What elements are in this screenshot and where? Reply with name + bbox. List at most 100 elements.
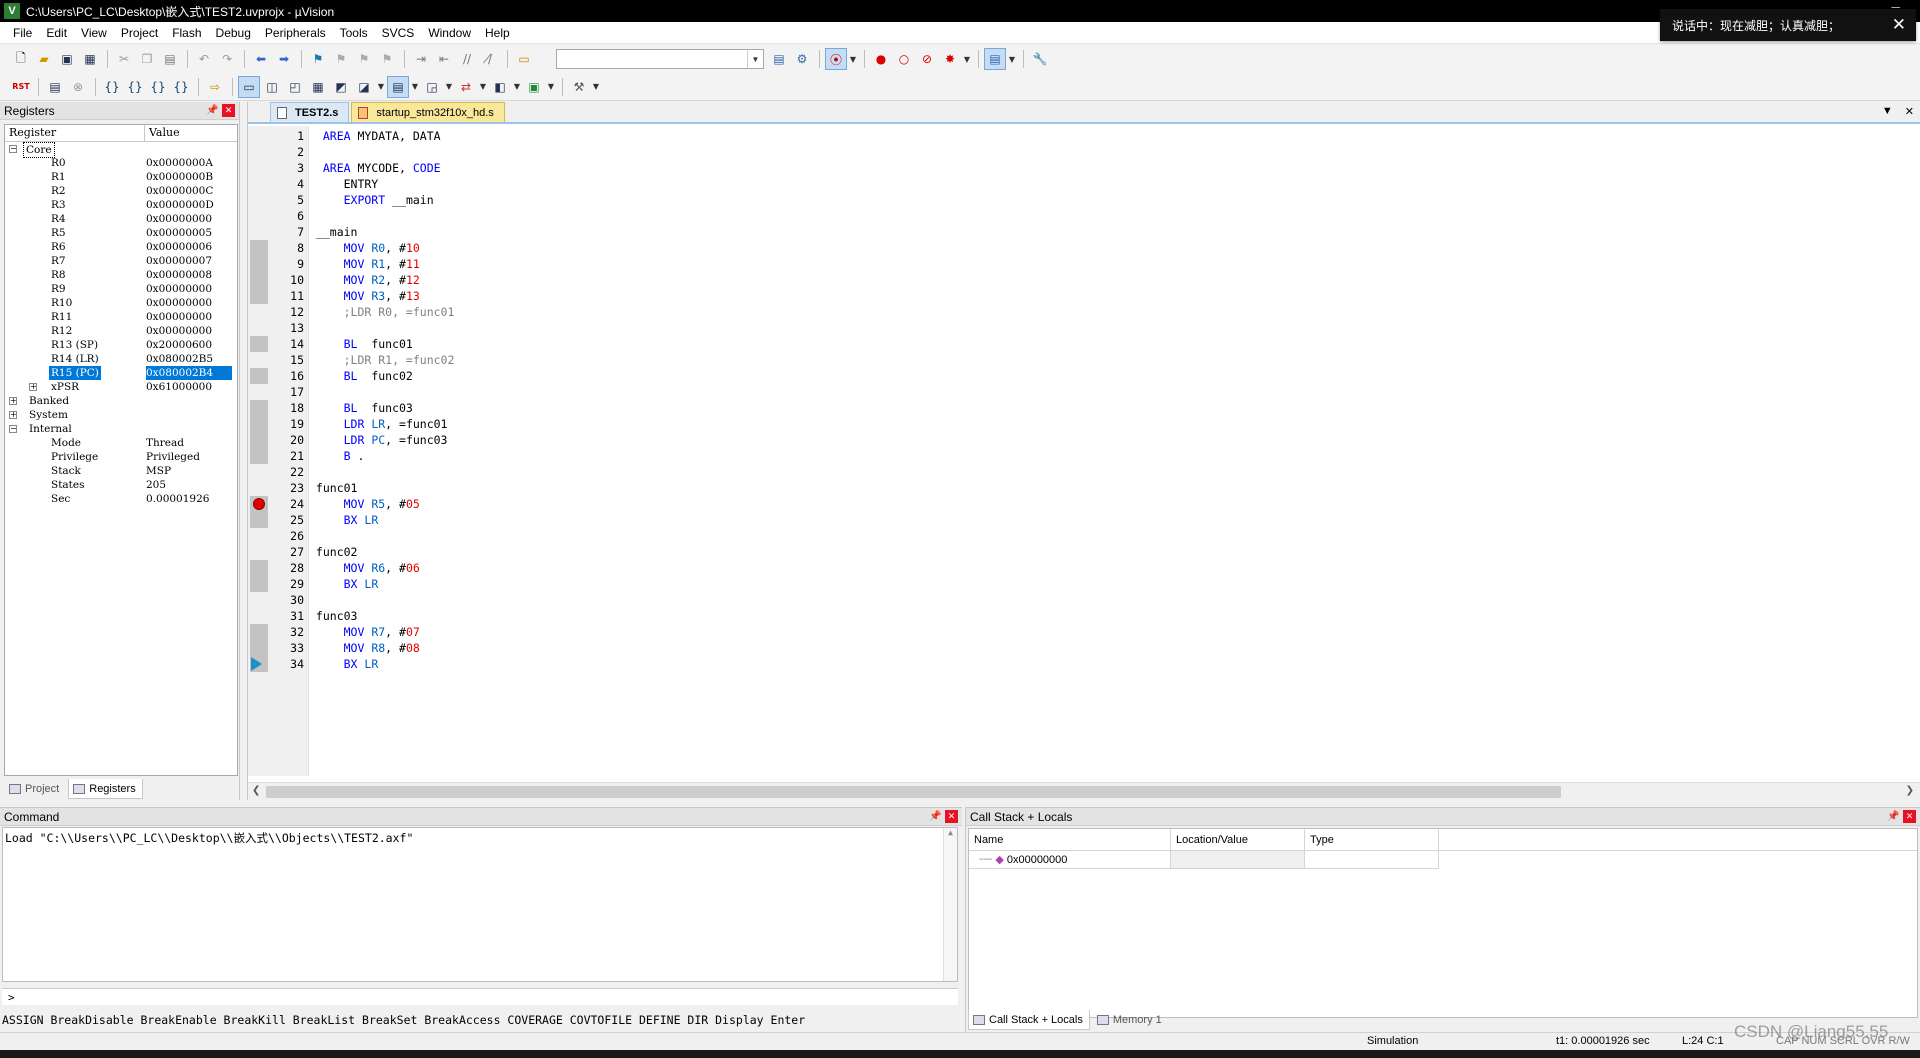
executable-line-marker[interactable] — [250, 432, 268, 448]
navigate-forward-icon[interactable]: ➡ — [273, 48, 295, 70]
executable-line-marker[interactable] — [250, 288, 268, 304]
system-viewer-icon[interactable]: ▣ — [523, 76, 545, 98]
register-row[interactable]: R5 0x00000005 — [5, 226, 237, 240]
prev-bookmark-icon[interactable]: ⚑ — [330, 48, 352, 70]
executable-line-marker[interactable] — [250, 448, 268, 464]
internal-row[interactable]: States 205 — [5, 478, 237, 492]
code-line[interactable]: LDR PC, =func03 — [309, 432, 1920, 448]
executable-line-marker[interactable] — [250, 368, 268, 384]
disable-all-breakpoints-icon[interactable]: ⊘ — [916, 48, 938, 70]
code-line[interactable]: MOV R3, #13 — [309, 288, 1920, 304]
run-to-cursor-icon[interactable]: {} — [170, 76, 192, 98]
scroll-right-icon[interactable]: ❯ — [1906, 785, 1914, 796]
chevron-down-icon[interactable]: ▼ — [848, 48, 858, 70]
chevron-down-icon[interactable]: ▼ — [591, 76, 601, 98]
internal-row[interactable]: Privilege Privileged — [5, 450, 237, 464]
copy-icon[interactable]: ❐ — [136, 48, 158, 70]
find-combo[interactable]: ▼ — [556, 49, 764, 69]
expand-icon[interactable]: + — [9, 411, 17, 419]
registers-window-icon[interactable]: ▦ — [307, 76, 329, 98]
register-row[interactable]: R14 (LR) 0x080002B5 — [5, 352, 237, 366]
code-line[interactable]: func01 — [309, 480, 1920, 496]
clear-bookmarks-icon[interactable]: ⚑ — [376, 48, 398, 70]
register-row[interactable]: R6 0x00000006 — [5, 240, 237, 254]
step-over-icon[interactable]: {} — [124, 76, 146, 98]
pin-icon[interactable]: 📌 — [206, 105, 218, 116]
code-line[interactable]: LDR LR, =func01 — [309, 416, 1920, 432]
close-icon[interactable]: ✕ — [1903, 810, 1916, 823]
chevron-down-icon[interactable]: ▼ — [546, 76, 556, 98]
menu-window[interactable]: Window — [421, 22, 478, 44]
menu-edit[interactable]: Edit — [39, 22, 74, 44]
step-into-icon[interactable]: {} — [101, 76, 123, 98]
toolbox-icon[interactable]: ⚒ — [568, 76, 590, 98]
indent-icon[interactable]: ⇥ — [410, 48, 432, 70]
code-line[interactable]: BL func03 — [309, 400, 1920, 416]
watch-window-icon[interactable]: ◪ — [353, 76, 375, 98]
chevron-down-icon[interactable]: ▼ — [478, 76, 488, 98]
column-name[interactable]: Name — [969, 829, 1171, 850]
paste-icon[interactable]: ▤ — [159, 48, 181, 70]
pin-icon[interactable]: 📌 — [1887, 811, 1899, 822]
menu-tools[interactable]: Tools — [333, 22, 375, 44]
menu-debug[interactable]: Debug — [209, 22, 258, 44]
register-row[interactable]: R13 (SP) 0x20000600 — [5, 338, 237, 352]
next-bookmark-icon[interactable]: ⚑ — [353, 48, 375, 70]
code-line[interactable]: B . — [309, 448, 1920, 464]
code-line[interactable]: MOV R6, #06 — [309, 560, 1920, 576]
code-line[interactable]: MOV R5, #05 — [309, 496, 1920, 512]
comment-icon[interactable]: // — [456, 48, 478, 70]
code-line[interactable] — [309, 592, 1920, 608]
uncomment-icon[interactable]: /̸ — [479, 48, 501, 70]
register-row[interactable]: R2 0x0000000C — [5, 184, 237, 198]
executable-line-marker[interactable] — [250, 560, 268, 576]
chevron-down-icon[interactable]: ▼ — [444, 76, 454, 98]
menu-peripherals[interactable]: Peripherals — [258, 22, 333, 44]
find-in-files-icon[interactable]: ▭ — [513, 48, 535, 70]
tab-project[interactable]: Project — [4, 779, 66, 799]
executable-line-marker[interactable] — [250, 256, 268, 272]
close-editor-icon[interactable]: ✕ — [1905, 105, 1914, 118]
debug-session-icon[interactable]: ⦿ — [825, 48, 847, 70]
stop-icon[interactable]: ⊗ — [67, 76, 89, 98]
menu-file[interactable]: File — [6, 22, 39, 44]
tab-startup-file[interactable]: startup_stm32f10x_hd.s — [351, 102, 505, 122]
code-line[interactable]: BX LR — [309, 656, 1920, 672]
register-row[interactable]: R12 0x00000000 — [5, 324, 237, 338]
column-type[interactable]: Type — [1305, 829, 1439, 850]
redo-icon[interactable]: ↷ — [216, 48, 238, 70]
disassembly-window-icon[interactable]: ◫ — [261, 76, 283, 98]
executable-line-marker[interactable] — [250, 336, 268, 352]
group-system[interactable]: + System — [5, 408, 237, 422]
internal-row[interactable]: Mode Thread — [5, 436, 237, 450]
symbols-window-icon[interactable]: ◰ — [284, 76, 306, 98]
register-row[interactable]: R4 0x00000000 — [5, 212, 237, 226]
code-line[interactable]: MOV R2, #12 — [309, 272, 1920, 288]
show-next-statement-icon[interactable]: ⇨ — [204, 76, 226, 98]
close-icon[interactable]: ✕ — [222, 104, 235, 117]
group-core[interactable]: − Core — [5, 142, 237, 158]
menu-help[interactable]: Help — [478, 22, 517, 44]
code-line[interactable]: AREA MYCODE, CODE — [309, 160, 1920, 176]
tab-registers[interactable]: Registers — [68, 779, 143, 799]
menu-view[interactable]: View — [74, 22, 114, 44]
executable-line-marker[interactable] — [250, 512, 268, 528]
menu-svcs[interactable]: SVCS — [375, 22, 422, 44]
register-row[interactable]: + xPSR 0x61000000 — [5, 380, 237, 394]
register-row[interactable]: R15 (PC) 0x080002B4 — [5, 366, 237, 380]
code-line[interactable]: EXPORT __main — [309, 192, 1920, 208]
table-row[interactable]: ┄┄ ◆ 0x00000000 — [969, 851, 1917, 869]
chevron-down-icon[interactable]: ▼ — [747, 50, 763, 68]
new-file-icon[interactable]: 🗋 — [10, 48, 32, 70]
executable-line-marker[interactable] — [250, 416, 268, 432]
menu-project[interactable]: Project — [114, 22, 165, 44]
code-line[interactable]: func02 — [309, 544, 1920, 560]
window-layout-icon[interactable]: ▤ — [984, 48, 1006, 70]
column-value[interactable]: Value — [145, 125, 180, 141]
code-line[interactable] — [309, 528, 1920, 544]
breakpoint-icon[interactable] — [253, 498, 265, 510]
close-icon[interactable]: ✕ — [945, 810, 958, 823]
insert-breakpoint-icon[interactable]: ● — [870, 48, 892, 70]
register-row[interactable]: R1 0x0000000B — [5, 170, 237, 184]
register-row[interactable]: R9 0x00000000 — [5, 282, 237, 296]
